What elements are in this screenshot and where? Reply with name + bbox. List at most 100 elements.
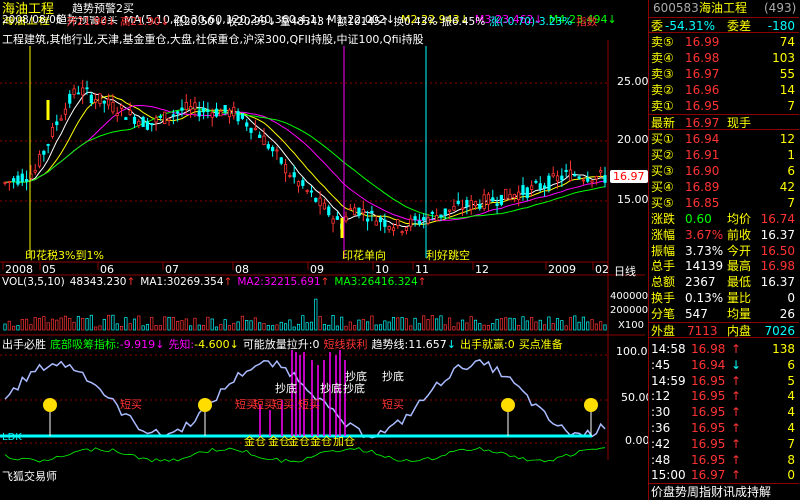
volume-bar <box>400 317 404 331</box>
volume-bar <box>301 315 305 331</box>
candle-body <box>236 111 240 122</box>
candle-body <box>24 178 29 182</box>
trade-price: 16.95 <box>691 436 726 451</box>
quote-ratio-row: 委 -54.31% 委差 -180 <box>649 17 799 33</box>
candle-body <box>227 109 232 118</box>
sell-label: 卖③ <box>651 67 674 81</box>
candle-body <box>258 134 262 139</box>
stat-row: 总手 14139 最高 16.98 <box>649 258 799 274</box>
volume-bar <box>357 319 361 331</box>
candle-body <box>568 169 573 181</box>
stat-row: 总额 2367 最低 16.37 <box>649 274 799 290</box>
volume-bar <box>184 318 188 331</box>
candle-body <box>521 185 525 196</box>
candle-body <box>378 217 383 223</box>
ind-item-3: 短线获利 <box>323 338 368 351</box>
trade-arrow: ↑ <box>731 468 742 483</box>
vol-ma1: MA1:30269.354↑ <box>140 276 233 288</box>
trade-arrow: ↑ <box>731 452 742 467</box>
volume-bar <box>473 319 478 331</box>
buy-label: 买⑤ <box>651 196 674 210</box>
quote-footer-tabs[interactable]: 价盘势周指财讯成持解 <box>649 483 799 499</box>
candle-body <box>271 146 275 152</box>
stat-value-1: 0.60 <box>685 212 712 226</box>
candle-body <box>305 189 309 192</box>
candle-body <box>327 206 331 216</box>
sell-level-row: 卖④ 16.98 103 <box>649 50 799 66</box>
volume-bar <box>499 318 503 331</box>
candle-body <box>145 121 150 130</box>
candle-body <box>482 194 486 210</box>
volume-bar <box>29 324 33 331</box>
volume-bar <box>292 326 296 331</box>
stat-label-2: 最低 <box>727 275 752 290</box>
volume-bar <box>284 323 288 331</box>
volume-bar <box>20 319 24 331</box>
stat-label-1: 分笔 <box>651 306 676 321</box>
trade-tick-row: :42 16.95 ↑ 7 <box>649 436 799 452</box>
period-label[interactable]: 日线 <box>614 263 636 279</box>
volume-bar <box>517 325 521 331</box>
annotation-gap-up: 利好跳空 <box>426 249 470 262</box>
indicator-secondary-line <box>4 447 606 463</box>
smiley-icon <box>43 398 57 412</box>
sell-volume: 103 <box>772 51 795 65</box>
buy-label: 买④ <box>651 180 674 194</box>
candle-body <box>357 207 361 216</box>
volume-bar <box>223 319 227 331</box>
candle-body <box>240 113 245 119</box>
volume-bar <box>279 321 283 331</box>
volume-bar <box>240 315 244 331</box>
indicator-mark: 加仓 <box>333 435 355 448</box>
candle-body <box>201 107 206 113</box>
volume-bar <box>128 323 132 331</box>
footer-tabs[interactable]: 价盘势周指财讯成持解 <box>651 484 771 500</box>
candle-body <box>94 99 98 103</box>
volume-bar <box>258 322 262 331</box>
stat-value-1: 3.73% <box>685 243 724 258</box>
trade-volume: 5 <box>787 373 795 388</box>
candle-body <box>275 149 279 152</box>
volume-bar <box>296 323 301 331</box>
volume-bar <box>275 324 279 331</box>
x-axis-label: 10 <box>375 263 389 276</box>
volume-bar <box>12 325 16 331</box>
buy-level-row: 买③ 16.90 6 <box>649 163 799 179</box>
candle-body <box>599 170 603 173</box>
footer-brand: 飞狐交易师 <box>2 470 57 483</box>
volume-bar <box>409 325 413 331</box>
candle-body <box>590 180 594 183</box>
candle-body <box>50 126 55 137</box>
trade-time: :30 <box>651 405 671 420</box>
candle-body <box>193 102 197 110</box>
candle-body <box>417 220 421 225</box>
candle-body <box>132 116 137 124</box>
volume-bar <box>525 320 529 331</box>
stat-label-1: 振幅 <box>651 243 676 258</box>
volume-bar <box>46 322 50 331</box>
candle-body <box>426 217 430 224</box>
sell-label: 卖① <box>651 99 674 113</box>
ind-item-1: 先知:-4.600↓ <box>168 338 239 351</box>
buy-price: 16.91 <box>685 148 720 162</box>
trade-price: 16.95 <box>691 452 726 467</box>
trade-tick-row: :36 16.95 ↑ 4 <box>649 420 799 436</box>
sell-price: 16.98 <box>685 51 720 65</box>
volume-bar <box>344 325 348 331</box>
candle-body <box>603 175 607 183</box>
volume-bar <box>387 321 391 331</box>
volume-bar <box>512 318 516 331</box>
candle-body <box>154 117 158 123</box>
trade-arrow: ↑ <box>731 421 742 435</box>
candle-body <box>245 122 249 127</box>
stat-row: 振幅 3.73% 今开 16.50 <box>649 243 799 259</box>
candle-body <box>413 216 417 221</box>
candle-body <box>508 193 512 200</box>
volume-bar <box>33 317 37 331</box>
sell-level-row: 卖⑤ 16.99 74 <box>649 34 799 50</box>
trade-time: :45 <box>651 357 671 372</box>
candle-body <box>219 110 223 117</box>
current-price-tag: 16.97 <box>610 170 648 183</box>
volume-bar <box>124 317 128 331</box>
buy-volume: 12 <box>779 132 795 146</box>
